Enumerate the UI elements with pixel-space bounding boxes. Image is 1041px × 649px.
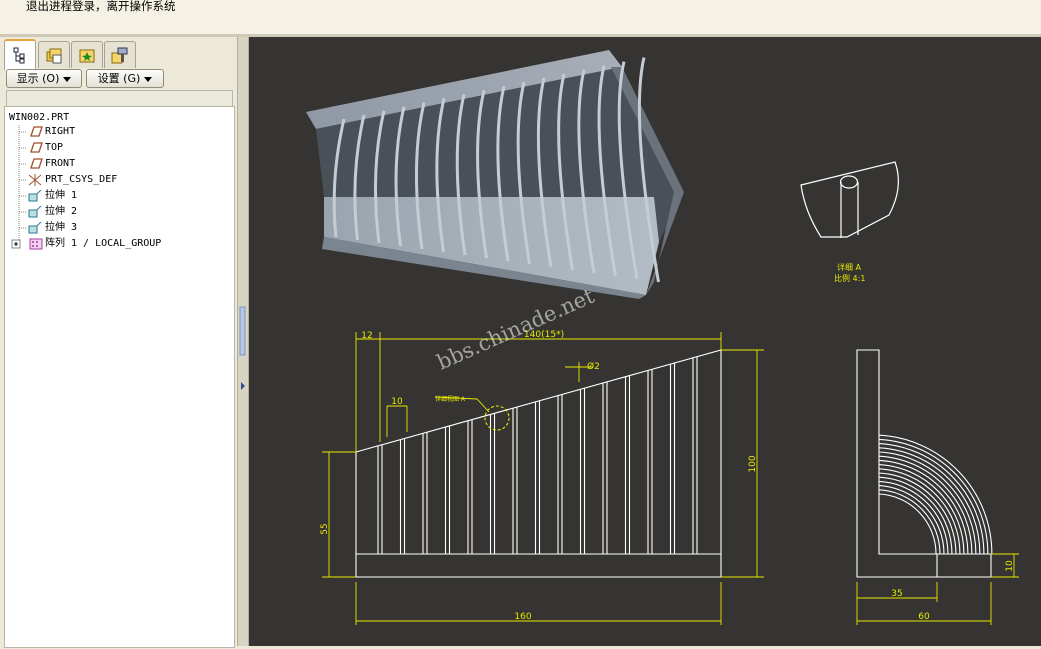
settings-dropdown[interactable]: 设置 (G) [86, 69, 164, 88]
front-view [355, 349, 722, 578]
dim-right-height: 100 [748, 455, 758, 472]
detail-callout-label: 详细视图 A [435, 395, 466, 403]
tree-item-label: 阵列 1 / LOCAL_GROUP [45, 238, 162, 249]
side-view-arcs [878, 434, 993, 555]
chevron-down-icon [144, 76, 153, 82]
side-arc [878, 468, 961, 555]
chevron-down-icon [63, 76, 72, 82]
tab-favorites[interactable] [71, 41, 103, 68]
tab-model-tree[interactable] [4, 39, 36, 70]
dim-inner-width: 35 [891, 589, 902, 599]
message-text: 退出进程登录，离开操作系统 [26, 0, 176, 13]
message-bar: 退出进程登录，离开操作系统 [0, 0, 1041, 37]
side-arc [878, 489, 941, 555]
tab-connections[interactable] [104, 41, 136, 68]
settings-dropdown-label: 设置 (G) [97, 72, 141, 85]
drawing-canvas: 详细 A 比例 4:1 12 140(15*) Ø2 10 详细视图 A 55 … [306, 50, 1019, 625]
tree-item-label: FRONT [45, 158, 76, 169]
pattern-icon [29, 238, 43, 250]
datum-plane-icon [30, 158, 43, 169]
show-dropdown[interactable]: 显示 (O) [6, 69, 82, 88]
side-arc [878, 480, 949, 555]
tree-item-label: 拉伸 2 [45, 206, 78, 217]
dim-bottom-length: 160 [514, 612, 531, 622]
front-view-ribs [377, 356, 698, 554]
dim-total-width: 60 [918, 612, 930, 622]
detail-scale-label: 比例 4:1 [834, 273, 865, 283]
tab-folder-browser[interactable] [38, 41, 70, 68]
connections-icon [111, 47, 128, 64]
side-arc [878, 485, 945, 555]
watermark-text: bbs.chinade.net [433, 284, 598, 375]
splitter-grip-icon [239, 306, 246, 390]
detail-view-label: 详细 A [837, 262, 862, 272]
tree-item-label: PRT_CSYS_DEF [45, 174, 118, 185]
dim-base-thickness: 10 [1005, 560, 1015, 572]
folder-browser-icon [46, 48, 62, 64]
favorites-icon [79, 49, 95, 63]
extrude-icon [28, 222, 42, 234]
model-tree-icon [13, 47, 25, 64]
extrude-icon [28, 190, 42, 202]
dim-diameter: Ø2 [587, 361, 600, 372]
extrude-icon [28, 206, 42, 218]
datum-plane-icon [30, 142, 43, 153]
dim-left-height: 55 [320, 523, 330, 534]
side-arc [878, 443, 985, 555]
coordinate-system-icon [28, 174, 42, 186]
model-tree: WIN002.PRT RIGHT TOP FRONT PRT_CSYS_DEF … [4, 106, 235, 648]
datum-plane-icon [30, 126, 43, 137]
tree-filter-bar[interactable] [6, 90, 233, 107]
pane-splitter[interactable] [237, 37, 249, 646]
model-3d-view [306, 50, 684, 299]
tree-item-label: 拉伸 1 [45, 190, 78, 201]
side-arc [878, 447, 981, 555]
side-view [856, 349, 993, 578]
tree-item-label: 拉伸 3 [45, 222, 78, 233]
detail-view-a [800, 161, 899, 238]
dim-top-offset: 12 [361, 331, 372, 341]
show-dropdown-label: 显示 (O) [16, 72, 60, 85]
graphics-viewport[interactable]: 详细 A 比例 4:1 12 140(15*) Ø2 10 详细视图 A 55 … [249, 37, 1041, 646]
tree-item-label: RIGHT [45, 126, 76, 137]
tree-item-label: TOP [45, 142, 64, 153]
navigator-pane: 显示 (O) 设置 (G) WIN002.PRT RIGHT TOP FRONT… [0, 37, 237, 648]
dim-spacing: 10 [391, 397, 403, 407]
